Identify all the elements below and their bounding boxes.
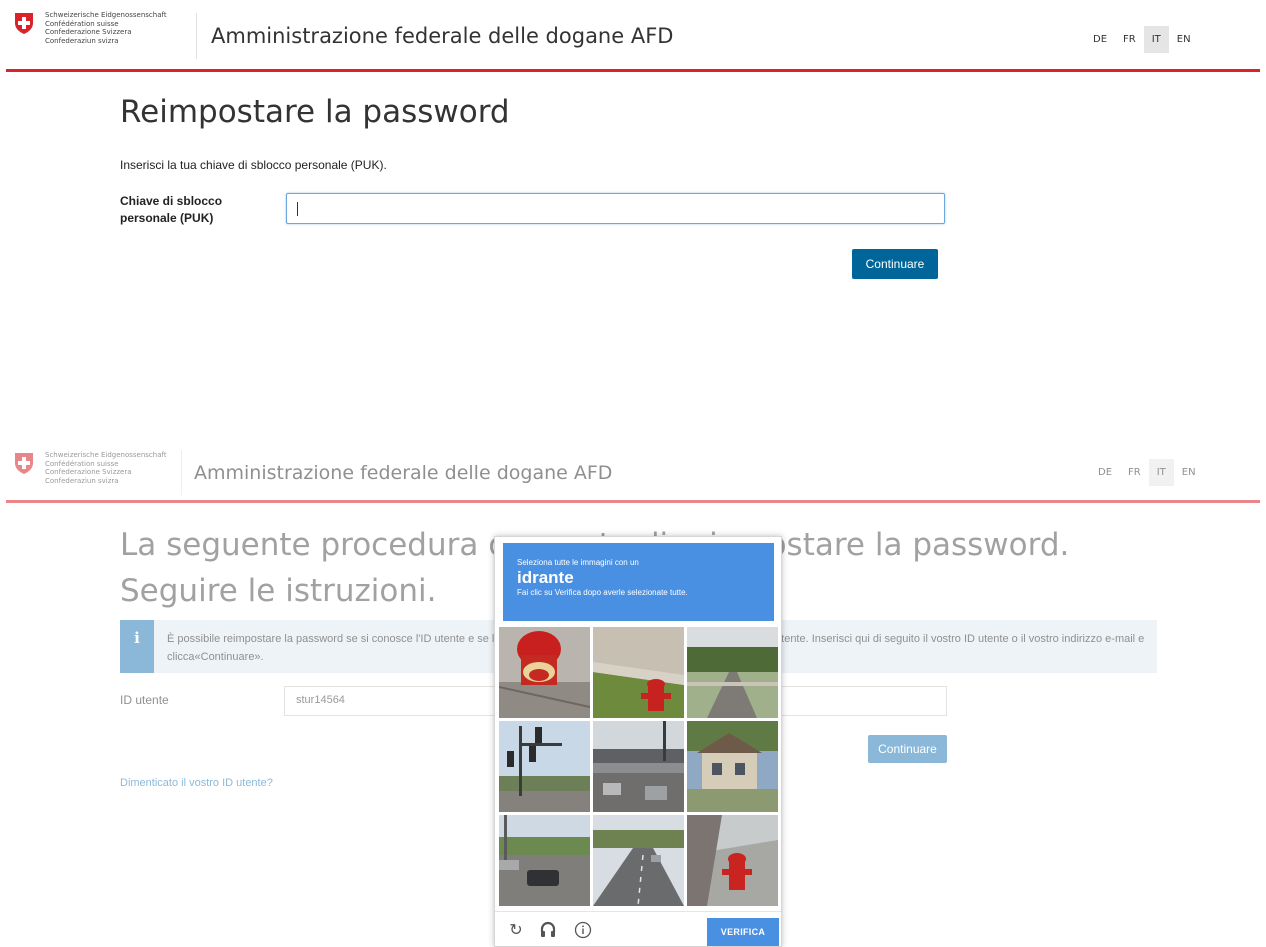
verify-button[interactable]: VERIFICA [707,918,779,946]
confederation-names: Schweizerische Eidgenossenschaft Confédé… [45,11,167,45]
continue-button[interactable]: Continuare [852,249,938,279]
hydrant-image [499,627,590,718]
audio-icon[interactable] [539,921,557,939]
confederation-it: Confederazione Svizzera [45,28,132,36]
puk-label-line1: Chiave di sblocco [120,194,223,208]
captcha-grid [499,627,778,908]
continue-button-secondary[interactable]: Continuare [868,735,947,763]
road-image [499,815,590,906]
captcha-footer: ↻ VERIFICA [495,911,781,946]
page-title: Reimpostare la password [120,94,510,130]
second-header: Schweizerische Eidgenossenschaft Confédé… [0,447,1266,503]
lang-de[interactable]: DE [1085,26,1115,53]
road-image [593,721,684,812]
captcha-header: Seleziona tutte le immagini con un idran… [503,543,774,621]
captcha-subtext: Fai clic su Verifica dopo averle selezio… [517,588,688,597]
text-caret [297,202,298,216]
lang-de[interactable]: DE [1090,459,1120,486]
top-header: Schweizerische Eidgenossenschaft Confédé… [0,0,1266,72]
captcha-tile-1[interactable] [499,627,590,718]
confederation-de: Schweizerische Eidgenossenschaft [45,11,167,19]
captcha-tile-2[interactable] [593,627,684,718]
confederation-fr: Confédération suisse [45,19,119,28]
confederation-rm: Confederaziun svizra [45,36,119,45]
captcha-object: idrante [517,568,574,587]
lang-fr[interactable]: FR [1115,26,1144,53]
captcha-instruction: Seleziona tutte le immagini con un [517,558,639,567]
confederation-names: Schweizerische Eidgenossenschaft Confédé… [45,451,167,485]
captcha-tile-6[interactable] [687,721,778,812]
captcha-dialog: Seleziona tutte le immagini con un idran… [494,536,782,947]
header-divider [181,450,182,495]
puk-intro: Inserisci la tua chiave di sblocco perso… [120,158,387,172]
puk-label-line2: personale (PUK) [120,211,214,225]
captcha-tile-9[interactable] [687,815,778,906]
header-red-rule [6,69,1260,72]
lang-fr[interactable]: FR [1120,459,1149,486]
app-title: Amministrazione federale delle dogane AF… [194,462,613,484]
swiss-flag-icon [15,453,33,474]
headphones-icon [540,921,556,937]
house-image [687,721,778,812]
swiss-logo-secondary[interactable]: Schweizerische Eidgenossenschaft Confédé… [12,451,167,485]
captcha-tile-8[interactable] [593,815,684,906]
language-switcher: DE FR IT EN [1085,26,1199,53]
captcha-tile-5[interactable] [593,721,684,812]
confederation-fr: Confédération suisse [45,459,119,468]
confederation-de: Schweizerische Eidgenossenschaft [45,451,167,459]
confederation-it: Confederazione Svizzera [45,468,132,476]
info-icon: i [120,620,154,673]
lang-it[interactable]: IT [1148,459,1174,486]
swiss-logo[interactable]: Schweizerische Eidgenossenschaft Confédé… [12,11,167,45]
user-id-label: ID utente [120,693,169,707]
captcha-tile-3[interactable] [687,627,778,718]
reload-icon[interactable]: ↻ [507,921,525,939]
traffic-light-image [499,721,590,812]
lang-en[interactable]: EN [1169,26,1199,53]
lang-en[interactable]: EN [1174,459,1204,486]
puk-input[interactable] [286,193,945,224]
header-divider [196,13,197,59]
language-switcher: DE FR IT EN [1090,459,1204,486]
captcha-tile-7[interactable] [499,815,590,906]
info-glyph-icon [574,921,592,939]
info-circle-icon[interactable] [574,921,592,939]
swiss-flag-icon [15,13,33,34]
header-red-rule [6,500,1260,503]
road-image [593,815,684,906]
app-title: Amministrazione federale delle dogane AF… [211,24,674,48]
hydrant-image [687,815,778,906]
captcha-tile-4[interactable] [499,721,590,812]
confederation-rm: Confederaziun svizra [45,476,119,485]
puk-label: Chiave di sblocco personale (PUK) [120,193,250,227]
street-image [687,627,778,718]
hydrant-image [593,627,684,718]
lang-it[interactable]: IT [1143,26,1169,53]
forgot-user-id-link[interactable]: Dimenticato il vostro ID utente? [120,777,273,789]
